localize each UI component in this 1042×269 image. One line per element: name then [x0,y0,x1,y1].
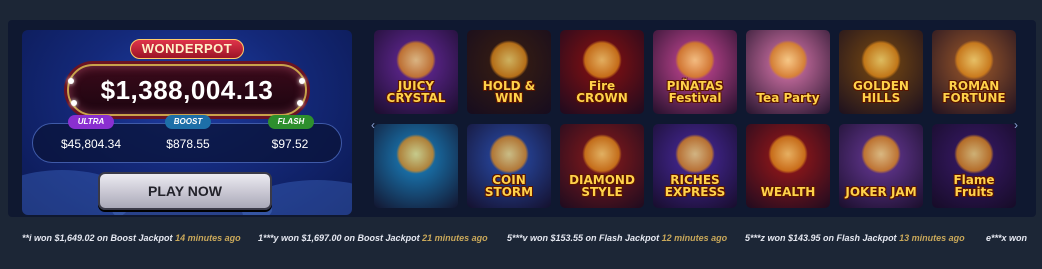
play-now-button[interactable]: PLAY NOW [98,172,272,210]
game-title: HOLD & WIN [482,79,536,105]
jackpot-tiers: ULTRA $45,804.34 BOOST $878.55 FLASH $97… [32,115,342,163]
game-art [861,40,901,80]
sparkle-icon [68,78,74,84]
tier-badge-boost: BOOST [165,115,211,129]
game-title: RICHES EXPRESS [664,173,726,199]
game-art [396,40,436,80]
sparkle-icon [297,100,303,106]
game-art [582,134,622,174]
game-title: Flame Fruits [953,173,995,199]
game-tile[interactable]: WEALTH [746,124,830,208]
ticker-item: 5***z won $143.95 on Flash Jackpot 13 mi… [745,233,965,243]
tier-value-boost: $878.55 [166,137,210,151]
game-tile[interactable]: Fire CROWN [560,30,644,114]
chevron-left-icon[interactable]: ‹ [371,118,375,132]
ticker-item: 5***v won $153.55 on Flash Jackpot 12 mi… [507,233,728,243]
game-art [861,134,901,174]
game-title: DIAMOND STYLE [569,173,635,199]
game-art [768,134,808,174]
game-art [768,40,808,80]
ticker-item: e***x won [986,233,1028,243]
game-title: JUICY CRYSTAL [386,79,446,105]
game-tile[interactable]: PIÑATAS Festival [653,30,737,114]
game-title: ROMAN FORTUNE [942,79,1006,105]
tier-badge-ultra: ULTRA [68,115,114,129]
tier-value-ultra: $45,804.34 [60,137,122,151]
game-tile[interactable]: JOKER JAM [839,124,923,208]
game-art [675,40,715,80]
game-title: GOLDEN HILLS [853,79,909,105]
tier-value-flash: $97.52 [271,137,309,151]
game-art [954,40,994,80]
game-title: JOKER JAM [845,185,917,199]
tier-badge-flash: FLASH [268,115,314,129]
game-tile[interactable]: RICHES EXPRESS [653,124,737,208]
jackpot-title: WONDERPOT [130,39,244,59]
game-title: PIÑATAS Festival [666,79,724,105]
game-art [954,134,994,174]
game-art [396,134,436,174]
game-art [582,40,622,80]
sparkle-icon [71,100,77,106]
ticker-item: 1***y won $1,697.00 on Boost Jackpot 21 … [258,233,488,243]
game-tile[interactable]: GOLDEN HILLS [839,30,923,114]
chevron-right-icon[interactable]: › [1014,118,1018,132]
game-title: WEALTH [760,185,816,199]
game-tile[interactable]: Tea Party [746,30,830,114]
game-title: COIN STORM [484,173,534,199]
jackpot-amount: $1,388,004.13 [100,75,274,105]
ticker-item: **i won $1,649.02 on Boost Jackpot 14 mi… [22,233,241,243]
winners-ticker: **i won $1,649.02 on Boost Jackpot 14 mi… [0,233,1042,245]
game-tile[interactable]: ROMAN FORTUNE [932,30,1016,114]
game-tile[interactable]: Flame Fruits [932,124,1016,208]
sparkle-icon [299,78,305,84]
game-tile[interactable]: DIAMOND STYLE [560,124,644,208]
game-title: Tea Party [756,91,820,105]
jackpot-amount-frame: $1,388,004.13 [67,64,307,116]
game-art [489,40,529,80]
game-tile[interactable] [374,124,458,208]
game-tile[interactable]: JUICY CRYSTAL [374,30,458,114]
game-art [489,134,529,174]
game-tile[interactable]: HOLD & WIN [467,30,551,114]
game-art [675,134,715,174]
game-title: Fire CROWN [576,79,628,105]
game-tile[interactable]: COIN STORM [467,124,551,208]
